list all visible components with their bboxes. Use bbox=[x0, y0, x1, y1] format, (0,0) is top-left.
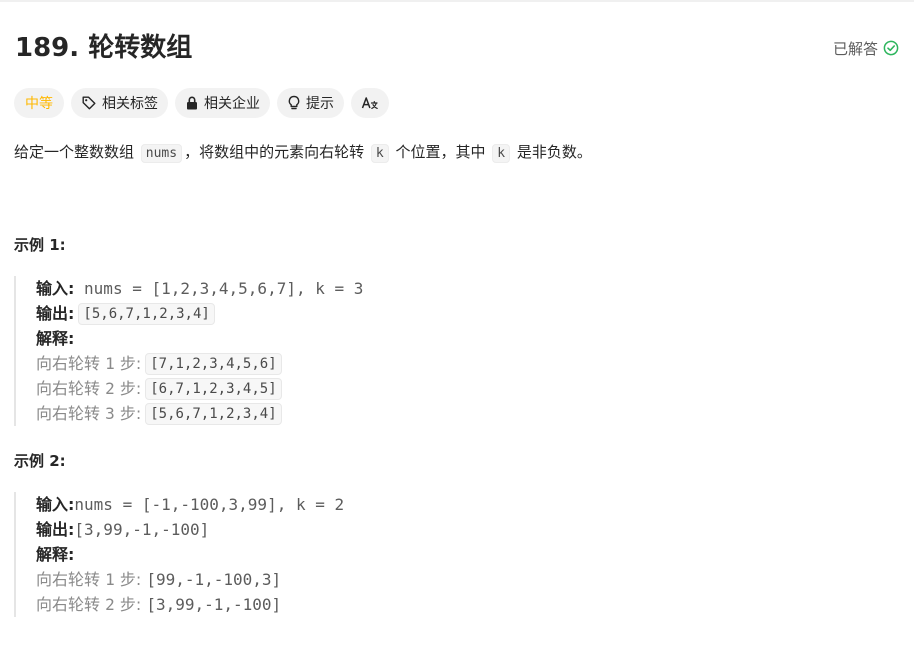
step-text: 向右轮转 bbox=[36, 354, 106, 373]
hint-button[interactable]: 提示 bbox=[277, 88, 344, 118]
problem-statement: 给定一个整数数组 nums ，将数组中的元素向右轮转 k 个位置，其中 k 是非负… bbox=[14, 140, 592, 166]
lightbulb-icon bbox=[287, 95, 301, 111]
step-text: 向右轮转 bbox=[36, 404, 106, 423]
step-number: 2 bbox=[105, 595, 115, 614]
example-1-input: 输入: nums = [1,2,3,4,5,6,7], k = 3 bbox=[36, 276, 363, 301]
input-value: nums = [1,2,3,4,5,6,7], k = 3 bbox=[74, 279, 364, 298]
step-text: 步: bbox=[114, 379, 142, 398]
tag-icon bbox=[81, 95, 97, 111]
input-value: nums = [-1,-100,3,99], k = 2 bbox=[74, 495, 345, 514]
step-number: 1 bbox=[105, 354, 115, 373]
related-topics-button[interactable]: 相关标签 bbox=[71, 88, 168, 118]
example-2-input: 输入: nums = [-1,-100,3,99], k = 2 bbox=[36, 492, 344, 517]
input-label: 输入: bbox=[36, 495, 75, 514]
statement-text: ，将数组中的元素向右轮转 bbox=[184, 143, 369, 161]
example-2-step: 向右轮转 2 步: [3,99,-1,-100] bbox=[36, 592, 344, 617]
statement-text: 是非负数。 bbox=[512, 143, 592, 161]
step-number: 3 bbox=[105, 404, 115, 423]
output-value: [5,6,7,1,2,3,4] bbox=[78, 302, 215, 325]
step-number: 1 bbox=[105, 570, 115, 589]
problem-title[interactable]: 189. 轮转数组 bbox=[15, 28, 192, 68]
step-text: 向右轮转 bbox=[36, 570, 106, 589]
input-label: 输入: bbox=[36, 279, 75, 298]
example-2-output: 输出: [3,99,-1,-100] bbox=[36, 517, 344, 542]
step-value: [99,-1,-100,3] bbox=[146, 570, 282, 589]
example-2-explain: 解释: bbox=[36, 542, 344, 567]
code-k: k bbox=[492, 144, 511, 163]
example-1-step: 向右轮转 2 步: [6,7,1,2,3,4,5] bbox=[36, 376, 363, 401]
difficulty-badge[interactable]: 中等 bbox=[14, 88, 64, 118]
hint-label: 提示 bbox=[306, 96, 334, 112]
output-value: [3,99,-1,-100] bbox=[74, 520, 210, 539]
step-text: 步: bbox=[114, 354, 142, 373]
solved-status: 已解答 bbox=[833, 38, 899, 59]
example-1-title: 示例 1: bbox=[14, 236, 66, 254]
step-text: 步: bbox=[114, 595, 147, 614]
output-label: 输出: bbox=[36, 304, 75, 323]
code-k: k bbox=[370, 144, 389, 163]
step-value: [3,99,-1,-100] bbox=[146, 595, 282, 614]
example-2-block: 输入: nums = [-1,-100,3,99], k = 2 输出: [3,… bbox=[14, 492, 344, 617]
step-value: [7,1,2,3,4,5,6] bbox=[145, 352, 282, 375]
step-value: [6,7,1,2,3,4,5] bbox=[145, 377, 282, 400]
check-circle-icon bbox=[883, 40, 899, 56]
lock-icon bbox=[185, 95, 199, 111]
difficulty-label: 中等 bbox=[25, 96, 53, 112]
related-companies-button[interactable]: 相关企业 bbox=[175, 88, 270, 118]
example-1-step: 向右轮转 1 步: [7,1,2,3,4,5,6] bbox=[36, 351, 363, 376]
related-topics-label: 相关标签 bbox=[102, 96, 158, 112]
step-text: 向右轮转 bbox=[36, 379, 106, 398]
translate-icon bbox=[361, 95, 379, 111]
statement-text: 给定一个整数数组 bbox=[14, 143, 139, 161]
example-1-explain: 解释: bbox=[36, 326, 363, 351]
example-1-step: 向右轮转 3 步: [5,6,7,1,2,3,4] bbox=[36, 401, 363, 426]
example-2-step: 向右轮转 1 步: [99,-1,-100,3] bbox=[36, 567, 344, 592]
title-row: 189. 轮转数组 已解答 bbox=[15, 28, 899, 68]
statement-text: 个位置，其中 bbox=[390, 143, 491, 161]
example-1-block: 输入: nums = [1,2,3,4,5,6,7], k = 3 输出: [5… bbox=[14, 276, 363, 426]
step-text: 向右轮转 bbox=[36, 595, 106, 614]
tag-bar: 中等 相关标签 相关企业 提示 bbox=[14, 88, 389, 118]
translate-button[interactable] bbox=[351, 88, 389, 118]
explain-label: 解释: bbox=[36, 545, 75, 564]
solved-status-label: 已解答 bbox=[832, 39, 878, 58]
explain-label: 解释: bbox=[36, 329, 75, 348]
top-divider bbox=[0, 0, 914, 2]
related-companies-label: 相关企业 bbox=[204, 96, 260, 112]
output-label: 输出: bbox=[36, 520, 75, 539]
example-1-output: 输出: [5,6,7,1,2,3,4] bbox=[36, 301, 363, 326]
code-nums: nums bbox=[140, 144, 183, 163]
problem-description-panel: 189. 轮转数组 已解答 中等 相关标签 相关企业 提示 给定一个整数数组 n… bbox=[0, 0, 914, 653]
step-text: 步: bbox=[114, 570, 147, 589]
step-value: [5,6,7,1,2,3,4] bbox=[145, 402, 282, 425]
step-text: 步: bbox=[114, 404, 142, 423]
example-2-title: 示例 2: bbox=[14, 452, 66, 470]
step-number: 2 bbox=[105, 379, 115, 398]
